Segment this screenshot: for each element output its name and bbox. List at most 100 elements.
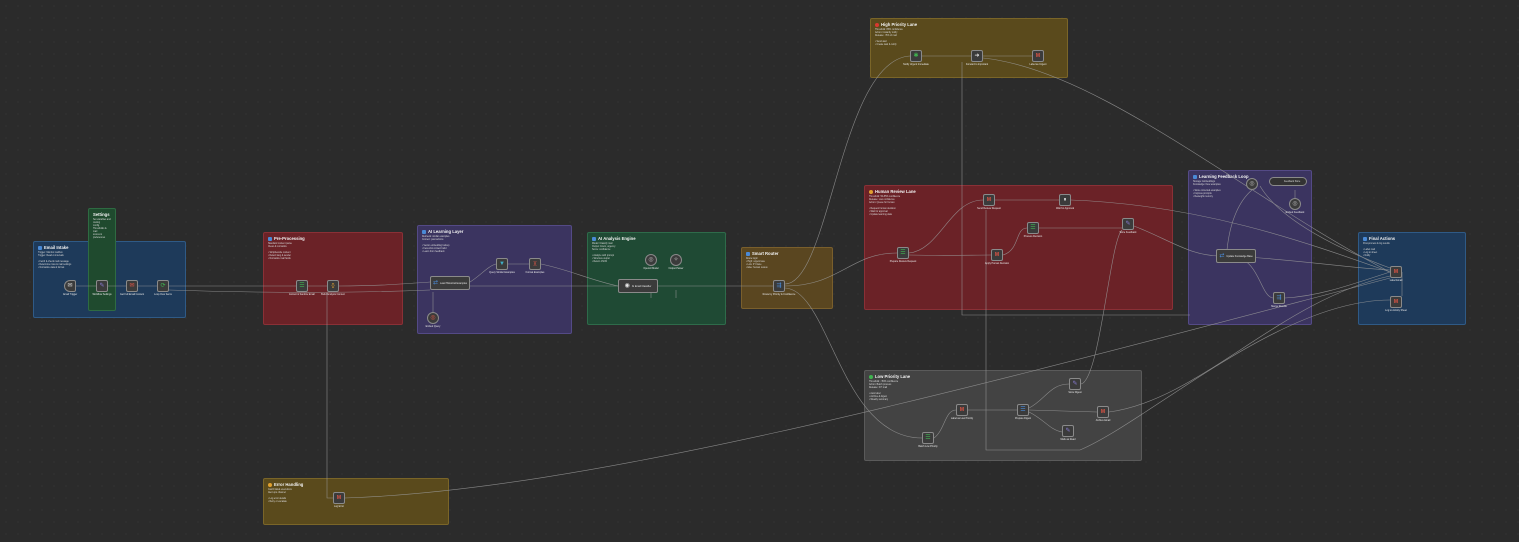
gmail-icon: ✉ [67, 283, 73, 289]
embed-feedback-node[interactable]: ◎ [1289, 198, 1301, 210]
node-label: Loop Over Items [154, 293, 172, 296]
feedback-loader-node[interactable]: ◎ [1246, 178, 1258, 190]
sticky-body: Threshold: 50-85% confidence Release: Lo… [869, 196, 901, 216]
code-icon: ☰ [1030, 225, 1036, 231]
update-vector-node[interactable]: ⇄ Update Knowledge Base [1216, 249, 1256, 263]
sticky-high-priority[interactable]: High Priority Lane Threshold: 85% confid… [870, 18, 1068, 78]
node-label: Log Error [334, 505, 344, 508]
slack-icon: ✱ [913, 53, 919, 59]
info-icon [1193, 174, 1197, 179]
loop-icon: ⟳ [160, 283, 166, 289]
apply-review-node[interactable]: M [991, 249, 1003, 261]
info-icon [422, 229, 426, 234]
warning-icon [869, 189, 873, 194]
build-context-node[interactable]: {} [327, 280, 339, 292]
label-final-node[interactable]: M [1390, 266, 1402, 278]
node-label: Format Examples [525, 271, 545, 274]
code-icon: ☰ [925, 435, 931, 441]
node-label: Process Decision [1023, 235, 1043, 238]
sticky-human-review[interactable]: Human Review Lane Threshold: 50-85% conf… [864, 185, 1173, 310]
node-label: Label as Low Priority [950, 417, 974, 420]
node-label: Forward to Important [965, 63, 989, 66]
wait-approval-node[interactable]: ⏸ [1059, 194, 1071, 206]
arrow-right-icon: ➜ [974, 53, 980, 59]
info-icon [746, 251, 750, 256]
loader-icon: ◎ [1249, 181, 1255, 187]
route-by-priority-node[interactable]: ⇶ [773, 280, 785, 292]
sticky-body: Catch failed executions Alert ops channe… [268, 489, 292, 503]
gmail-icon: M [1393, 299, 1399, 305]
ai-classifier-node[interactable]: ◉ AI Email Classifier [618, 279, 658, 293]
info-icon [592, 236, 596, 241]
info-icon [268, 236, 272, 241]
error-alert-node[interactable]: M [333, 492, 345, 504]
json-parser-node[interactable]: ✧ [670, 254, 682, 266]
review-queue-node[interactable]: ☰ [897, 247, 909, 259]
archive-low-node[interactable]: M [1097, 406, 1109, 418]
switch-icon: ⇶ [776, 283, 782, 289]
node-label: Output Parser [668, 267, 684, 270]
pause-icon: ⏸ [1063, 197, 1067, 203]
node-label: Embed Feedback [1285, 211, 1305, 214]
loop-emails-node[interactable]: ⟳ [157, 280, 169, 292]
node-label: Merge Results [1271, 305, 1287, 308]
sticky-body: Post-process & log results • Label mail … [1363, 243, 1390, 257]
openai-embed-node[interactable]: ◎ [427, 312, 439, 324]
label-urgent-node[interactable]: M [1032, 50, 1044, 62]
gmail-icon: ✉ [129, 283, 135, 289]
gmail-icon: M [959, 407, 965, 413]
switch-icon: ☰ [1020, 407, 1026, 413]
workflow-settings-node[interactable]: ✎ [96, 280, 108, 292]
sticky-smart-router[interactable]: Smart Router Route logic: • High: urgent… [741, 247, 833, 309]
info-icon [1363, 236, 1367, 241]
vector-store-icon: ⇄ [1219, 253, 1225, 259]
alert-icon [875, 22, 879, 27]
sticky-learning-feedback[interactable]: Learning Feedback Loop Storage: Embeddin… [1188, 170, 1312, 325]
label-low-node[interactable]: M [956, 404, 968, 416]
node-label: Label Email [1389, 279, 1403, 282]
gmail-trigger-node[interactable]: ✉ [64, 280, 76, 292]
batch-low-node[interactable]: ☰ [922, 432, 934, 444]
digest-summary-node[interactable]: ☰ [1017, 404, 1029, 416]
load-examples-node[interactable]: ⇄ Load Historical Examples [430, 276, 470, 290]
node-label: Route by Priority & Confidence [762, 293, 796, 296]
robot-icon: ◉ [624, 283, 630, 289]
send-review-node[interactable]: M [983, 194, 995, 206]
forward-email-node[interactable]: ➜ [971, 50, 983, 62]
openai-model-node[interactable]: ◎ [645, 254, 657, 266]
node-label: Notify Urgent Immediate [903, 63, 929, 66]
store-feedback-node[interactable]: ✎ [1122, 218, 1134, 230]
openai-icon: ◎ [1292, 201, 1298, 207]
node-label: Store Digest [1068, 391, 1082, 394]
sticky-body: Threshold: 85% confidence Action: Instan… [875, 29, 903, 46]
node-label: Mark as Read [1060, 438, 1076, 441]
code-icon: ☰ [299, 283, 305, 289]
node-label: Send Review Request [977, 207, 1001, 210]
sticky-error-handling[interactable]: Error Handling Catch failed executions A… [263, 478, 449, 525]
extract-email-node[interactable]: ☰ [296, 280, 308, 292]
node-label: Query Similar Examples [489, 271, 515, 274]
notify-final-node[interactable]: M [1390, 296, 1402, 308]
feedback-store-pill[interactable]: Feedback Store [1269, 177, 1307, 186]
vector-store-icon: ⇄ [432, 280, 439, 286]
sticky-body: Route logic: • High: urgent lane • Low: … [746, 258, 768, 269]
check-icon [869, 374, 873, 379]
merge-results-node[interactable]: ⇶ [1273, 292, 1285, 304]
openai-icon: ◎ [648, 257, 654, 263]
sticky-preprocessing[interactable]: Pre-Processing Standard content parse Cl… [263, 232, 403, 325]
format-examples-node[interactable]: }{ [529, 258, 541, 270]
vector-store-node[interactable]: ▼ [496, 258, 508, 270]
sticky-body: Set variables and routing config. Thresh… [93, 219, 111, 239]
node-label: Label as Urgent [1029, 63, 1047, 66]
process-decision-node[interactable]: ☰ [1027, 222, 1039, 234]
pencil-icon: ✎ [1125, 221, 1131, 227]
node-label: Prepare Digest [1015, 417, 1031, 420]
mark-read-node[interactable]: ✎ [1062, 425, 1074, 437]
sticky-body: Retrieval: similar examples Context: pas… [422, 236, 450, 253]
node-label: Build Analysis Context [321, 293, 345, 296]
warning-icon [268, 482, 272, 487]
notify-urgent-node[interactable]: ✱ [910, 50, 922, 62]
save-digest-node[interactable]: ✎ [1069, 378, 1081, 390]
get-full-email-node[interactable]: ✉ [126, 280, 138, 292]
filter-icon: ▼ [499, 261, 505, 267]
